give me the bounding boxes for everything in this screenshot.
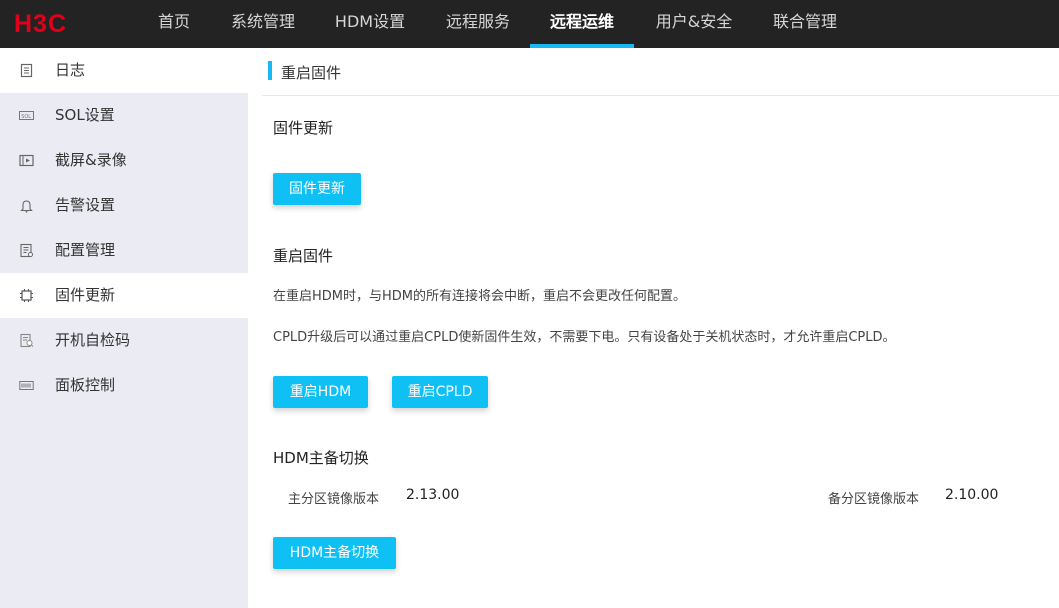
chip-icon (20, 289, 33, 302)
sidebar-item-label: 配置管理 (55, 241, 116, 259)
restart-cpld-description: CPLD升级后可以通过重启CPLD使新固件生效，不需要下电。只有设备处于关机状态… (273, 330, 896, 345)
page-header: 重启固件 (262, 48, 1059, 96)
sidebar-item-label: 开机自检码 (55, 331, 131, 349)
bell-icon (20, 200, 33, 213)
sol-icon: SOL (19, 111, 34, 120)
sidebar-item-label: 截屏&录像 (55, 151, 127, 169)
main-content: 重启固件 固件更新 固件更新 重启固件 在重启HDM时，与HDM的所有连接将会中… (248, 48, 1059, 608)
nav-remote-service[interactable]: 远程服务 (436, 0, 520, 48)
backup-image-version-value: 2.10.00 (945, 487, 999, 503)
title-accent-bar (268, 61, 272, 80)
sidebar-item-label: 面板控制 (55, 376, 116, 394)
svg-text:H3C: H3C (14, 10, 67, 37)
restart-cpld-button[interactable]: 重启CPLD (392, 376, 488, 408)
page-title: 重启固件 (281, 64, 342, 82)
post-code-icon (20, 333, 34, 348)
config-icon (20, 243, 33, 258)
sidebar-item-label: 日志 (55, 61, 86, 79)
nav-remote-ops[interactable]: 远程运维 (530, 0, 634, 48)
nav-system-management[interactable]: 系统管理 (222, 0, 304, 48)
hdm-switch-button[interactable]: HDM主备切换 (273, 537, 396, 569)
sidebar: 日志 SOL SOL设置 截屏&录像 告警设置 配置管理 固件更新 开机自检码 … (0, 48, 248, 608)
primary-image-version-label: 主分区镜像版本 (288, 492, 380, 507)
nav-home[interactable]: 首页 (146, 0, 202, 48)
sidebar-item-label: 告警设置 (55, 196, 116, 214)
sidebar-item-log[interactable]: 日志 (0, 48, 248, 93)
hdm-switch-section-title: HDM主备切换 (273, 449, 369, 467)
video-icon (19, 154, 34, 167)
svg-text:SOL: SOL (21, 114, 31, 120)
sidebar-item-alarm-settings[interactable]: 告警设置 (0, 183, 248, 228)
nav-joint-management[interactable]: 联合管理 (762, 0, 848, 48)
nav-user-security[interactable]: 用户&安全 (646, 0, 742, 48)
sidebar-item-config-management[interactable]: 配置管理 (0, 228, 248, 273)
sidebar-item-label: SOL设置 (55, 106, 115, 124)
restart-firmware-section-title: 重启固件 (273, 247, 334, 265)
h3c-logo[interactable]: H3C (14, 9, 94, 37)
restart-hdm-description: 在重启HDM时，与HDM的所有连接将会中断，重启不会更改任何配置。 (273, 289, 687, 304)
nav-hdm-settings[interactable]: HDM设置 (325, 0, 415, 48)
restart-hdm-button[interactable]: 重启HDM (273, 376, 368, 408)
firmware-update-button[interactable]: 固件更新 (273, 173, 361, 205)
primary-image-version-value: 2.13.00 (406, 487, 460, 503)
log-icon (20, 63, 33, 78)
sidebar-item-firmware-update[interactable]: 固件更新 (0, 273, 248, 318)
panel-icon (19, 381, 34, 390)
sidebar-item-panel-control[interactable]: 面板控制 (0, 363, 248, 408)
top-nav-bar: H3C 首页 系统管理 HDM设置 远程服务 远程运维 用户&安全 联合管理 (0, 0, 1059, 48)
sidebar-item-screenshot-recording[interactable]: 截屏&录像 (0, 138, 248, 183)
sidebar-item-post-code[interactable]: 开机自检码 (0, 318, 248, 363)
backup-image-version-label: 备分区镜像版本 (828, 492, 920, 507)
sidebar-item-label: 固件更新 (55, 286, 116, 304)
firmware-update-section-title: 固件更新 (273, 119, 334, 137)
sidebar-item-sol[interactable]: SOL SOL设置 (0, 93, 248, 138)
